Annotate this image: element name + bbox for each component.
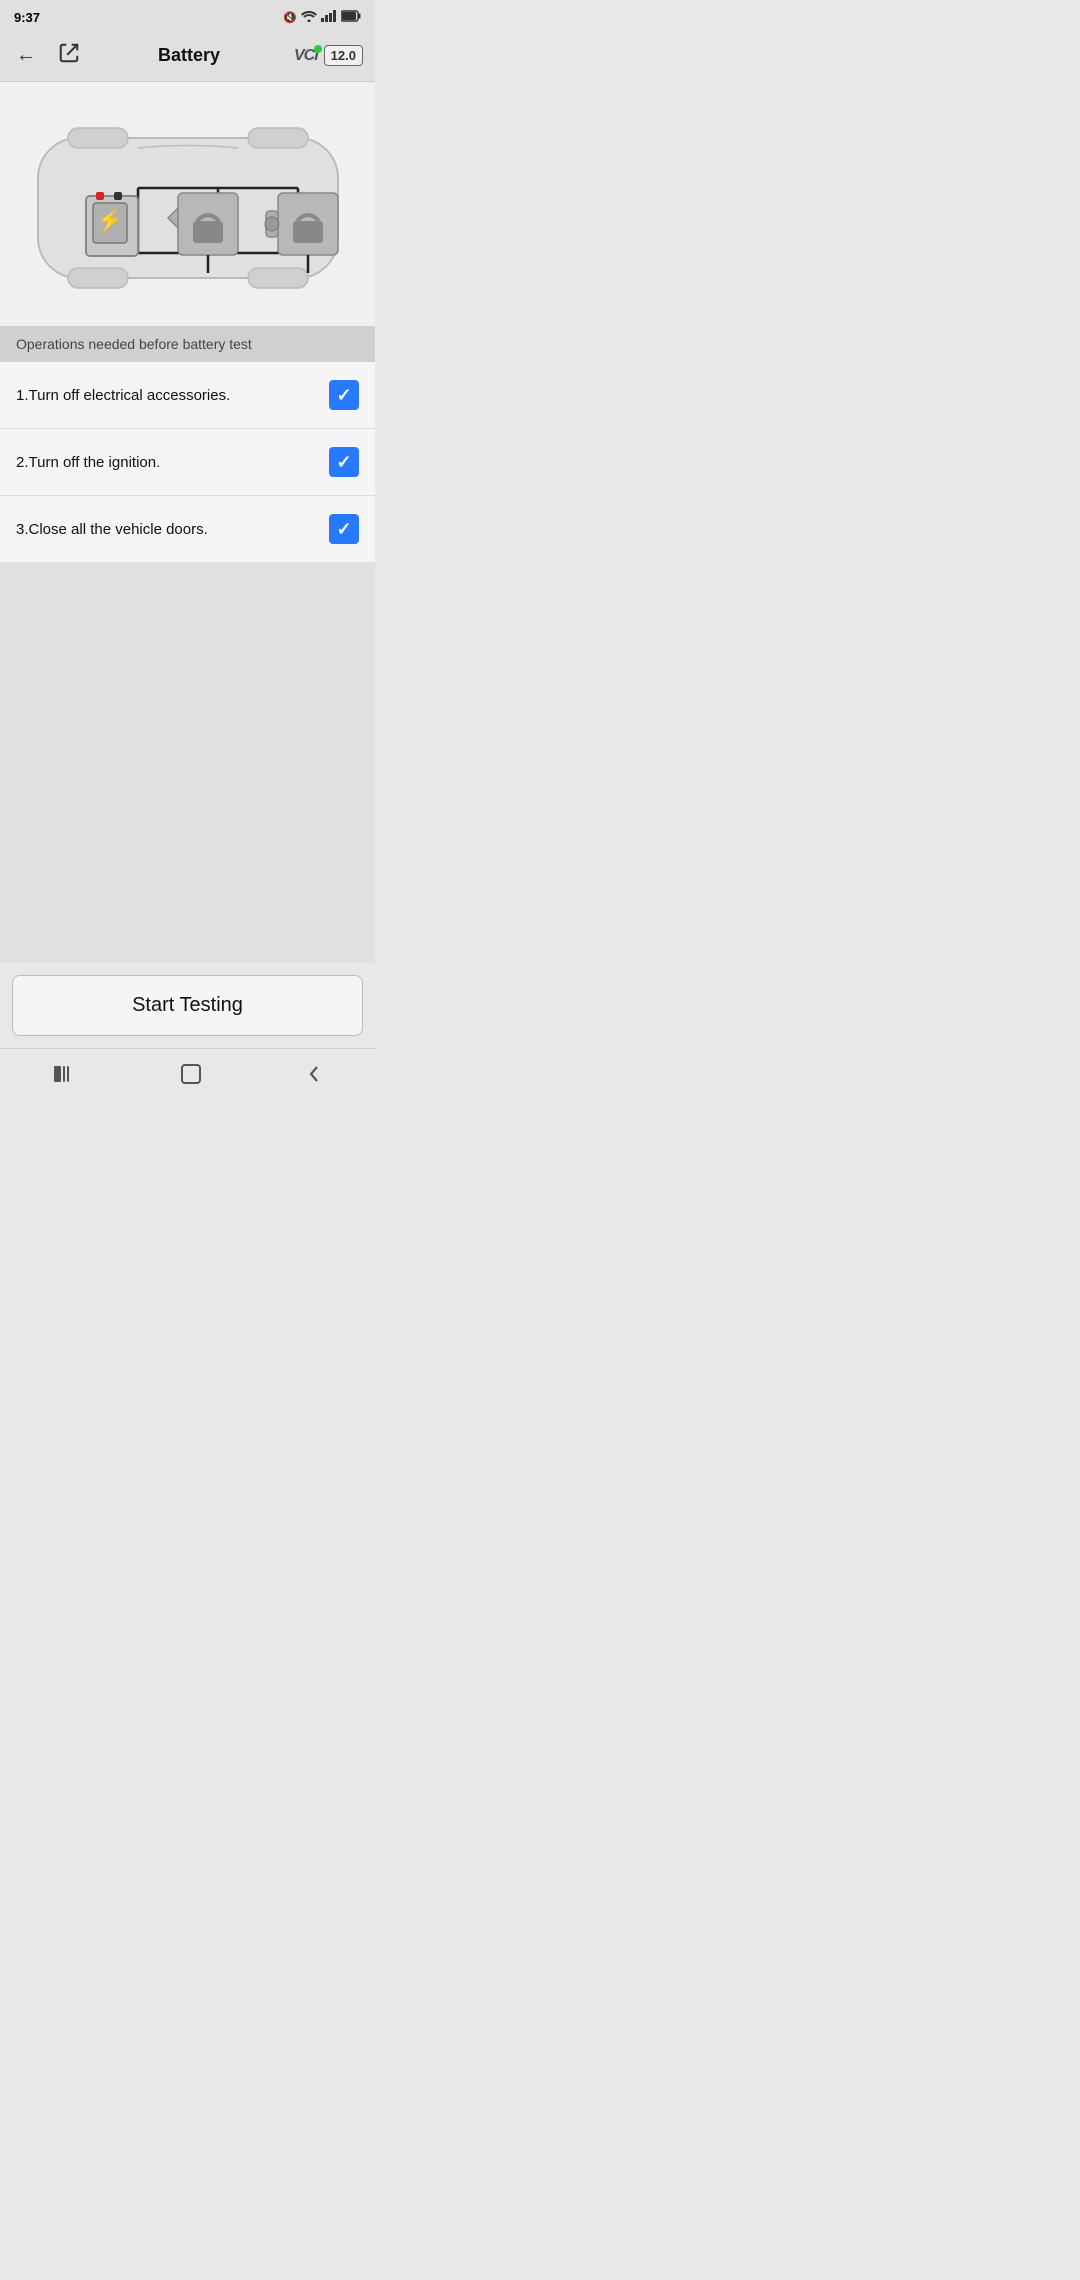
battery-icon [341,10,361,25]
page-title: Battery [158,45,220,66]
status-time: 9:37 [14,10,40,25]
nav-back-icon[interactable] [287,1059,343,1095]
checklist-label-2: 2.Turn off the ignition. [16,454,329,471]
checklist: 1.Turn off electrical accessories. 2.Tur… [0,362,375,563]
checkbox-1[interactable] [329,380,359,410]
app-bar: ← Battery VCI 12.0 [0,30,375,82]
checklist-item-3: 3.Close all the vehicle doors. [0,496,375,563]
status-bar: 9:37 🔇 [0,0,375,30]
status-icons: 🔇 [283,10,361,25]
nav-home-icon[interactable] [160,1059,222,1095]
voltage-value: 12.0 [331,48,356,63]
checkbox-3[interactable] [329,514,359,544]
checklist-label-1: 1.Turn off electrical accessories. [16,387,329,404]
empty-area [0,563,375,963]
export-button[interactable] [54,38,84,73]
start-testing-button[interactable]: Start Testing [12,975,363,1036]
voltage-badge: 12.0 [324,45,363,66]
vci-badge: VCI [294,47,318,65]
checklist-item-1: 1.Turn off electrical accessories. [0,362,375,429]
operations-header: Operations needed before battery test [0,326,375,362]
back-button[interactable]: ← [12,40,40,71]
checkbox-2[interactable] [329,447,359,477]
signal-icon [321,10,337,25]
car-diagram: ⚡ [18,98,358,318]
vci-connected-dot [314,45,322,53]
wifi-icon [301,10,317,25]
bottom-nav [0,1048,375,1109]
checklist-label-3: 3.Close all the vehicle doors. [16,521,329,538]
operations-header-text: Operations needed before battery test [16,336,252,352]
app-bar-right: VCI 12.0 [294,45,363,66]
nav-menu-icon[interactable] [32,1060,96,1094]
app-bar-left: ← [12,38,84,73]
car-diagram-container: ⚡ [0,82,375,326]
checklist-item-2: 2.Turn off the ignition. [0,429,375,496]
svg-text:⚡: ⚡ [96,208,123,234]
mute-icon: 🔇 [283,11,297,24]
